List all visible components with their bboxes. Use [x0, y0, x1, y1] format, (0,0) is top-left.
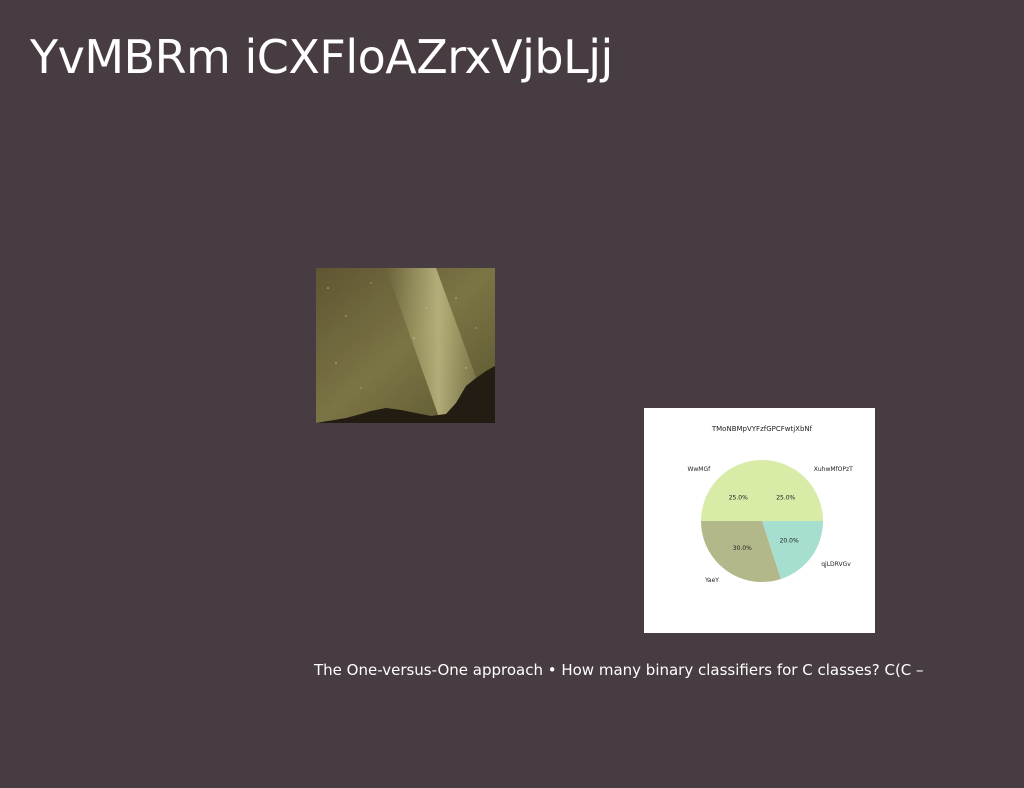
pie-value-label: 25.0% [776, 494, 795, 501]
slide-title: YvMBRm iCXFloAZrxVjbLjj [30, 30, 613, 84]
pie-category-label: WwMGf [687, 466, 711, 473]
chart-title: TMoNBMpVYFzfGPCFwtjXbNf [711, 425, 813, 433]
pie-value-label: 20.0% [780, 538, 799, 545]
slide-caption: The One-versus-One approach • How many b… [314, 661, 924, 679]
pie-chart-panel: TMoNBMpVYFzfGPCFwtjXbNf 25.0% XuhwMfOPzT 2… [644, 408, 875, 633]
pie-category-label: qjLDRVGv [821, 561, 851, 568]
milky-way-image [316, 268, 495, 423]
night-sky-photo [316, 268, 495, 423]
pie-value-label: 30.0% [733, 545, 752, 552]
pie-category-label: XuhwMfOPzT [814, 466, 853, 473]
pie-chart: TMoNBMpVYFzfGPCFwtjXbNf 25.0% XuhwMfOPzT 2… [687, 425, 853, 584]
pie-category-label: YaeY [704, 577, 719, 584]
pie-value-label: 25.0% [729, 494, 748, 501]
